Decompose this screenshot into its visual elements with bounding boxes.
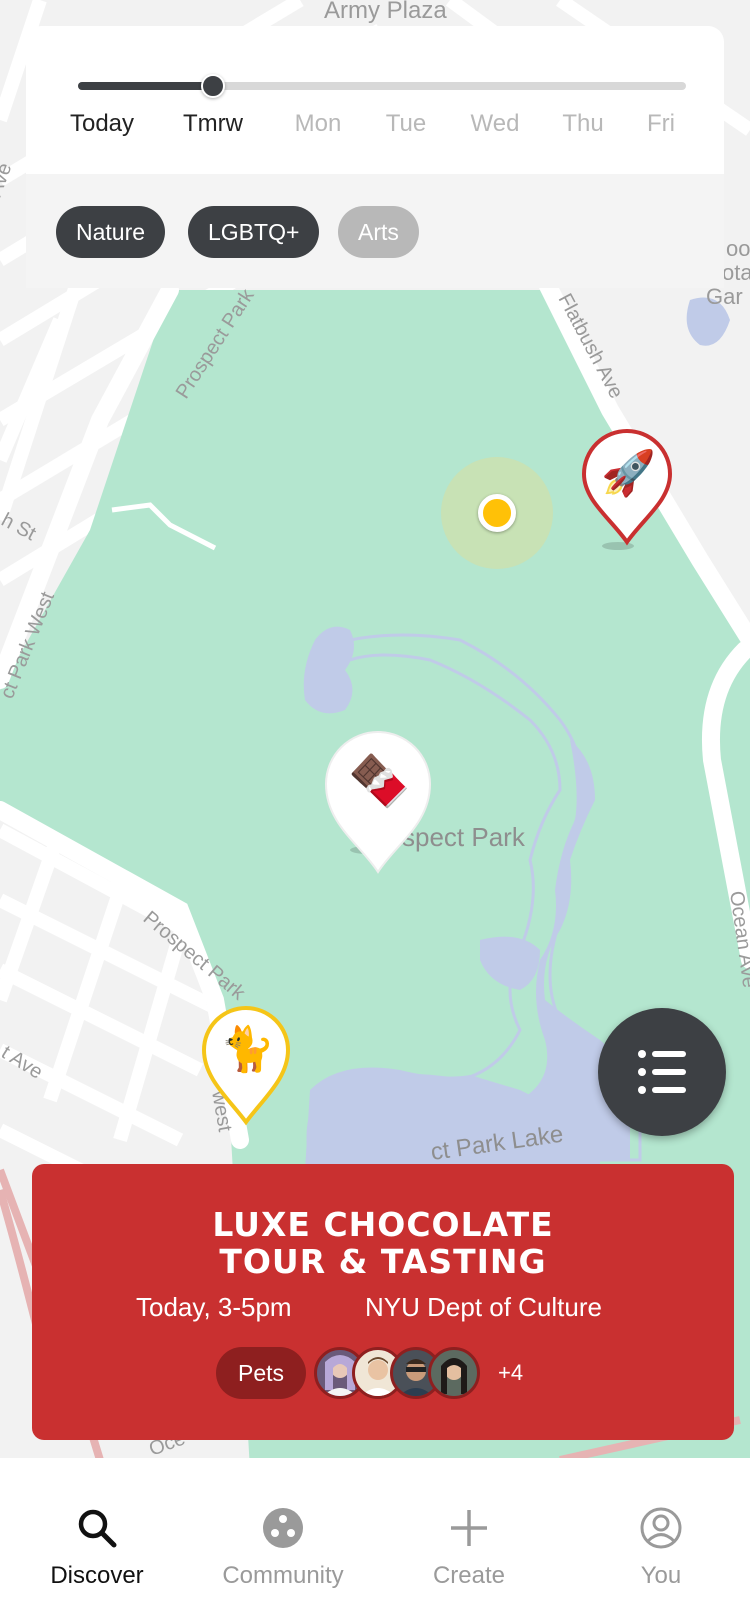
date-slider-fill — [78, 82, 213, 90]
filter-chip-arts[interactable]: Arts — [338, 206, 419, 258]
day-label-fri[interactable]: Fri — [647, 110, 675, 138]
nav-item-create[interactable]: Create — [384, 1458, 554, 1624]
event-card[interactable]: LUXE CHOCOLATE TOUR & TASTING Today, 3-5… — [32, 1164, 734, 1440]
plus-icon — [451, 1510, 487, 1546]
event-title: LUXE CHOCOLATE TOUR & TASTING — [32, 1206, 734, 1280]
nav-item-you[interactable]: You — [576, 1458, 746, 1624]
nav-label-you: You — [640, 1562, 682, 1589]
day-label-today[interactable]: Today — [70, 110, 134, 138]
search-icon — [78, 1509, 117, 1548]
date-slider-thumb[interactable] — [201, 74, 225, 98]
user-location-marker — [441, 457, 553, 569]
nav-label-create: Create — [432, 1562, 506, 1589]
nav-label-discover: Discover — [50, 1562, 144, 1589]
filter-bar: Nature LGBTQ+ Arts — [26, 174, 724, 288]
map-label-botanic-1: oo — [726, 236, 750, 261]
community-icon — [263, 1508, 303, 1548]
day-label-tue[interactable]: Tue — [386, 110, 426, 138]
date-slider[interactable] — [78, 74, 686, 98]
nav-label-community: Community — [222, 1562, 344, 1589]
user-location-dot — [478, 494, 516, 532]
nav-item-community[interactable]: Community — [198, 1458, 368, 1624]
event-time: Today, 3-5pm — [136, 1292, 292, 1322]
user-icon — [640, 1507, 682, 1549]
map-label-botanic-2: ota — [722, 260, 750, 285]
bottom-nav: Discover Community Create You — [0, 1458, 750, 1624]
event-title-line-2: TOUR & TASTING — [219, 1242, 547, 1281]
nav-item-discover[interactable]: Discover — [12, 1458, 182, 1624]
day-label-thu[interactable]: Thu — [562, 110, 603, 138]
rocket-icon: 🚀 — [601, 448, 656, 499]
day-label-tmrw[interactable]: Tmrw — [183, 110, 243, 138]
map-pin-chocolate[interactable]: 🍫 — [322, 728, 434, 876]
cat-icon: 🐈 — [220, 1024, 275, 1075]
day-label-wed[interactable]: Wed — [471, 110, 520, 138]
event-tag-chip[interactable]: Pets — [216, 1347, 307, 1399]
list-view-button[interactable] — [598, 1008, 726, 1136]
event-title-line-1: LUXE CHOCOLATE — [212, 1205, 554, 1244]
date-slider-panel: Today Tmrw Mon Tue Wed Thu Fri — [26, 26, 724, 174]
map-pin-cat[interactable]: 🐈 — [200, 1004, 292, 1128]
map-pin-rocket[interactable]: 🚀 — [580, 428, 674, 554]
map-label-army-plaza: Army Plaza — [324, 0, 447, 24]
day-label-mon[interactable]: Mon — [295, 110, 342, 138]
list-icon — [638, 1050, 686, 1094]
chocolate-bar-icon: 🍫 — [348, 752, 411, 810]
event-host: NYU Dept of Culture — [365, 1292, 602, 1322]
extra-attendees-count: +4 — [498, 1360, 524, 1385]
filter-chip-lgbtq[interactable]: LGBTQ+ — [188, 206, 320, 258]
filter-chip-nature[interactable]: Nature — [56, 206, 166, 258]
avatar — [428, 1347, 480, 1399]
